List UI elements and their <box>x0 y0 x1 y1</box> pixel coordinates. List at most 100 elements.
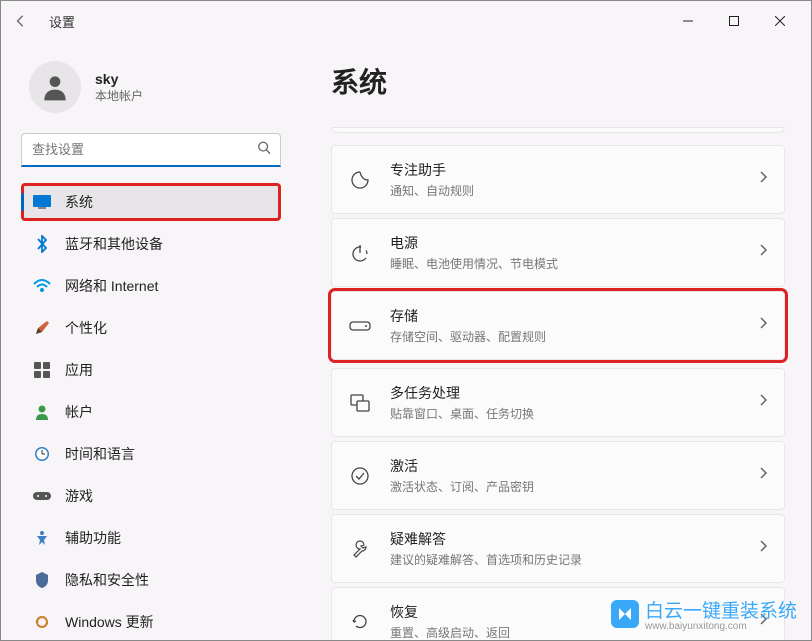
personalization-icon <box>33 319 51 337</box>
power-icon <box>348 241 372 265</box>
watermark-text: 白云一键重装系统 <box>645 596 797 623</box>
settings-card-activation[interactable]: 激活 激活状态、订阅、产品密钥 <box>331 441 785 510</box>
user-account-type: 本地帐户 <box>95 87 143 104</box>
activation-icon <box>348 464 372 488</box>
watermark-text-block: 白云一键重装系统 www.baiyunxitong.com <box>645 596 797 632</box>
titlebar: 设置 <box>1 1 811 41</box>
search-icon <box>257 141 271 160</box>
titlebar-left: 设置 <box>9 9 75 33</box>
troubleshoot-icon <box>348 537 372 561</box>
card-cutoff <box>331 127 785 133</box>
back-button[interactable] <box>9 9 33 33</box>
card-title: 激活 <box>390 456 740 476</box>
sidebar-item-privacy[interactable]: 隐私和安全性 <box>21 561 281 599</box>
sidebar-item-system[interactable]: 系统 <box>21 183 281 221</box>
sidebar-item-network[interactable]: 网络和 Internet <box>21 267 281 305</box>
minimize-icon <box>683 16 693 26</box>
sidebar-item-update[interactable]: Windows 更新 <box>21 603 281 640</box>
settings-card-storage[interactable]: 存储 存储空间、驱动器、配置规则 <box>331 291 785 360</box>
privacy-icon <box>33 571 51 589</box>
sidebar-item-label: 时间和语言 <box>65 444 135 464</box>
accessibility-icon <box>33 529 51 547</box>
update-icon <box>33 613 51 631</box>
card-desc: 贴靠窗口、桌面、任务切换 <box>390 405 740 422</box>
avatar <box>29 61 81 113</box>
time-icon <box>33 445 51 463</box>
accounts-icon <box>33 403 51 421</box>
main-panel: 系统 专注助手 通知、自动规则 电源 睡眠、电池使用情况、节电模式 <box>301 41 811 640</box>
back-icon <box>14 14 28 28</box>
card-text: 电源 睡眠、电池使用情况、节电模式 <box>390 233 740 272</box>
chevron-right-icon <box>758 393 768 412</box>
sidebar-item-apps[interactable]: 应用 <box>21 351 281 389</box>
watermark: 白云一键重装系统 www.baiyunxitong.com <box>611 596 797 632</box>
network-icon <box>33 277 51 295</box>
search-input[interactable] <box>21 133 281 167</box>
search-box <box>21 133 281 167</box>
sidebar-item-bluetooth[interactable]: 蓝牙和其他设备 <box>21 225 281 263</box>
sidebar-item-accounts[interactable]: 帐户 <box>21 393 281 431</box>
sidebar: sky 本地帐户 系统 蓝牙和其他设备 <box>1 41 301 640</box>
maximize-button[interactable] <box>711 5 757 37</box>
sidebar-item-label: 辅助功能 <box>65 528 121 548</box>
user-icon <box>39 71 71 103</box>
card-text: 存储 存储空间、驱动器、配置规则 <box>390 306 740 345</box>
gaming-icon <box>33 487 51 505</box>
sidebar-item-label: 系统 <box>65 192 93 212</box>
close-icon <box>775 16 785 26</box>
chevron-right-icon <box>758 170 768 189</box>
card-text: 专注助手 通知、自动规则 <box>390 160 740 199</box>
settings-window: 设置 sky 本地帐户 <box>0 0 812 641</box>
card-title: 多任务处理 <box>390 383 740 403</box>
minimize-button[interactable] <box>665 5 711 37</box>
settings-card-focus[interactable]: 专注助手 通知、自动规则 <box>331 145 785 214</box>
user-info: sky 本地帐户 <box>95 71 143 104</box>
card-title: 专注助手 <box>390 160 740 180</box>
card-text: 激活 激活状态、订阅、产品密钥 <box>390 456 740 495</box>
card-desc: 通知、自动规则 <box>390 182 740 199</box>
sidebar-item-label: Windows 更新 <box>65 612 154 632</box>
nav-list: 系统 蓝牙和其他设备 网络和 Internet 个性化 应用 <box>21 183 281 640</box>
sidebar-item-accessibility[interactable]: 辅助功能 <box>21 519 281 557</box>
recovery-icon <box>348 610 372 634</box>
chevron-right-icon <box>758 316 768 335</box>
multitask-icon <box>348 391 372 415</box>
bluetooth-icon <box>33 235 51 253</box>
sidebar-item-gaming[interactable]: 游戏 <box>21 477 281 515</box>
page-title: 系统 <box>331 61 785 101</box>
user-name: sky <box>95 71 143 87</box>
card-text: 疑难解答 建议的疑难解答、首选项和历史记录 <box>390 529 740 568</box>
card-title: 电源 <box>390 233 740 253</box>
user-section[interactable]: sky 本地帐户 <box>21 61 281 113</box>
settings-card-power[interactable]: 电源 睡眠、电池使用情况、节电模式 <box>331 218 785 287</box>
card-desc: 激活状态、订阅、产品密钥 <box>390 478 740 495</box>
sidebar-item-personalization[interactable]: 个性化 <box>21 309 281 347</box>
card-text: 多任务处理 贴靠窗口、桌面、任务切换 <box>390 383 740 422</box>
card-desc: 建议的疑难解答、首选项和历史记录 <box>390 551 740 568</box>
content-area: sky 本地帐户 系统 蓝牙和其他设备 <box>1 41 811 640</box>
sidebar-item-label: 网络和 Internet <box>65 276 158 296</box>
maximize-icon <box>729 16 739 26</box>
sidebar-item-label: 隐私和安全性 <box>65 570 149 590</box>
system-icon <box>33 193 51 211</box>
app-title: 设置 <box>49 12 75 31</box>
sidebar-item-time[interactable]: 时间和语言 <box>21 435 281 473</box>
close-button[interactable] <box>757 5 803 37</box>
card-title: 疑难解答 <box>390 529 740 549</box>
card-desc: 睡眠、电池使用情况、节电模式 <box>390 255 740 272</box>
sidebar-item-label: 帐户 <box>65 402 93 422</box>
sidebar-item-label: 个性化 <box>65 318 107 338</box>
chevron-right-icon <box>758 466 768 485</box>
storage-icon <box>348 314 372 338</box>
card-title: 存储 <box>390 306 740 326</box>
chevron-right-icon <box>758 243 768 262</box>
focus-icon <box>348 168 372 192</box>
window-controls <box>665 5 803 37</box>
settings-card-troubleshoot[interactable]: 疑难解答 建议的疑难解答、首选项和历史记录 <box>331 514 785 583</box>
card-desc: 存储空间、驱动器、配置规则 <box>390 328 740 345</box>
sidebar-item-label: 应用 <box>65 360 93 380</box>
sidebar-item-label: 游戏 <box>65 486 93 506</box>
chevron-right-icon <box>758 539 768 558</box>
watermark-logo-icon <box>611 600 639 628</box>
settings-card-multitask[interactable]: 多任务处理 贴靠窗口、桌面、任务切换 <box>331 368 785 437</box>
